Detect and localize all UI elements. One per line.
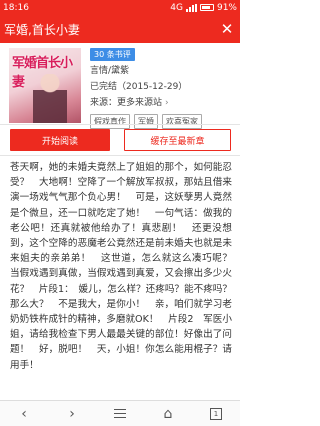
source-label: 来源：更多来源站 — [90, 98, 163, 108]
book-author: 言情/黛紫 — [90, 66, 130, 76]
cache-latest-button[interactable]: 缓存至最新章 — [124, 129, 231, 151]
battery-level: 91% — [216, 2, 237, 13]
back-icon[interactable]: ‹ — [12, 403, 36, 425]
tag-list: 假戏真作 军婚 欢喜冤家 — [90, 114, 234, 129]
network-label: 4G — [170, 2, 183, 13]
tabs-button[interactable]: 1 — [204, 403, 228, 425]
cover-title: 军婚首长小妻 — [12, 56, 73, 90]
title-bar: 军婚,首长小妻 ✕ — [0, 15, 240, 43]
menu-icon — [114, 409, 126, 418]
review-badge[interactable]: 30 条书评 — [90, 48, 135, 61]
book-status: 已完结（2015-12-29） — [90, 82, 188, 92]
status-time: 18:16 — [3, 2, 29, 13]
source-link[interactable]: 来源：更多来源站 › — [90, 98, 234, 109]
divider — [0, 155, 240, 156]
battery-icon — [199, 4, 214, 11]
book-cover[interactable]: 军婚首长小妻 — [9, 48, 81, 123]
book-synopsis: 苍天啊，她的未婚夫竟然上了姐姐的那个，如何能忍受？ 大地啊！空降了一个解放军叔叔… — [10, 162, 232, 371]
tag[interactable]: 假戏真作 — [90, 114, 130, 129]
home-icon[interactable]: ⌂ — [156, 403, 180, 425]
tag[interactable]: 欢喜冤家 — [162, 114, 202, 129]
signal-icon — [185, 3, 197, 12]
tag[interactable]: 军婚 — [134, 114, 158, 129]
menu-button[interactable] — [108, 403, 132, 425]
bottom-nav: ‹ › ⌂ 1 — [0, 400, 240, 426]
chevron-right-icon: › — [165, 98, 169, 108]
book-info: 30 条书评 言情/黛紫 已完结（2015-12-29） 来源：更多来源站 › … — [90, 48, 234, 129]
book-header: 军婚首长小妻 30 条书评 言情/黛紫 已完结（2015-12-29） 来源：更… — [0, 43, 240, 129]
status-indicators: 4G 91% — [170, 3, 237, 13]
divider — [0, 124, 240, 125]
status-bar: 18:16 4G 91% — [0, 0, 240, 15]
page-title: 军婚,首长小妻 — [4, 22, 80, 37]
start-reading-button[interactable]: 开始阅读 — [10, 129, 110, 151]
action-bar: 开始阅读 缓存至最新章 — [0, 129, 240, 153]
close-icon[interactable]: ✕ — [218, 20, 236, 38]
forward-icon[interactable]: › — [60, 403, 84, 425]
tab-count: 1 — [210, 407, 222, 420]
